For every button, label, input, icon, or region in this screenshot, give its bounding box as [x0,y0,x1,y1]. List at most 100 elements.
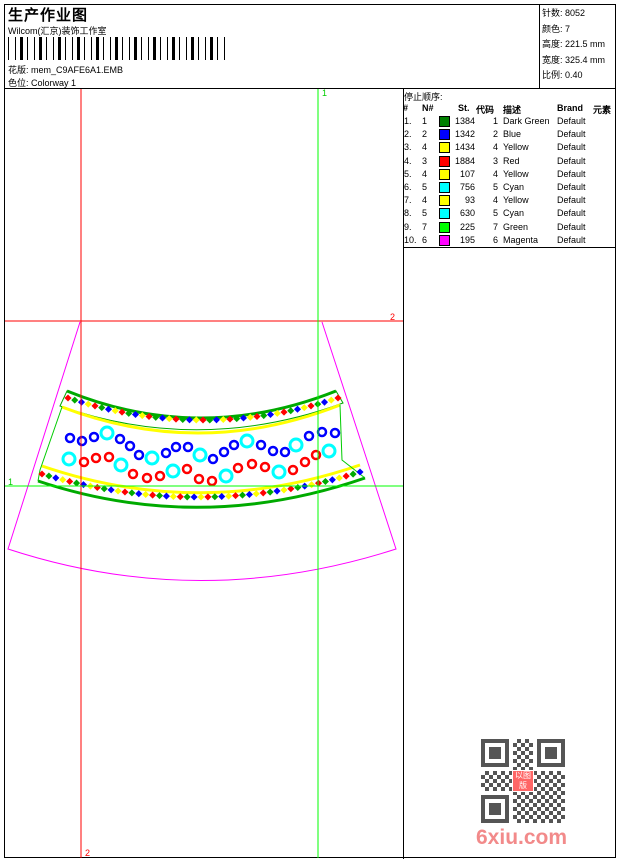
ring-motif [181,463,193,475]
ring-motif [255,439,267,451]
diamond-motif [204,493,212,501]
diamond-motif [307,402,315,410]
ring-motif [88,431,100,443]
ring-motif [287,464,299,476]
diamond-motif [128,489,136,497]
diamond-motif [334,394,342,402]
cyan-ring [271,464,287,480]
diamond-motif [59,476,67,484]
ring-motif [154,470,166,482]
ring-motif [90,452,102,464]
diamond-motif [328,476,336,484]
ring-motif [160,447,172,459]
ring-motif [299,456,311,468]
diamond-motif [356,468,364,476]
ring-motif [329,427,341,439]
ring-motif [170,441,182,453]
diamond-motif [308,481,316,489]
diamond-motif [320,398,329,406]
diamond-motif [321,477,329,486]
ring-motif [207,453,219,465]
diamond-motif [280,486,288,494]
diamond-motif [45,472,53,480]
diamond-motif [66,477,74,485]
ring-motif [141,472,153,484]
diamond-motif [300,404,308,412]
diamond-motif [327,396,335,404]
diamond-motif [121,488,129,496]
ring-motif [259,461,271,473]
diamond-motif [211,493,219,501]
ring-motif [316,426,328,438]
ring-motif [232,462,244,474]
diamond-motif [169,492,177,500]
cyan-ring [192,447,208,463]
ring-motif [193,473,205,485]
top-border [66,389,337,420]
diamond-motif [259,489,267,497]
diamond-motif [114,487,122,495]
diamond-motif [71,396,79,404]
diamond-motif [266,488,274,496]
cyan-ring [218,468,234,484]
design-preview: 1 2 1 2 [5,88,403,858]
diamond-motif [287,407,295,415]
ring-motif [76,435,88,447]
ring-motif [114,433,126,445]
seal-stamp: 以图版 [512,770,534,792]
cyan-ring [165,463,181,479]
diamond-motif [218,492,226,500]
cyan-ring [61,451,77,467]
cyan-ring [321,443,337,459]
diamond-motif [238,491,247,499]
diamond-motif [162,492,170,500]
ring-motif [124,440,136,452]
ring-motif [228,439,240,451]
cyan-ring [288,437,304,453]
diamond-motif [93,483,101,491]
diamond-motif [232,492,240,500]
diamond-motif [335,474,343,482]
diamond-motif [190,493,198,501]
diamond-motif [225,492,233,500]
diamond-motif [52,474,60,482]
diamond-motif [342,472,350,480]
cyan-ring [99,425,115,441]
diamond-motif [64,394,72,402]
cyan-ring [144,450,160,466]
diamond-motif [135,490,143,498]
watermark: 6xiu.com [476,826,568,849]
diamond-motif [176,493,184,501]
ring-motif [182,441,194,453]
hoop-outline [7,321,397,581]
guide-label: 1 [322,88,327,98]
diamond-motif [294,483,302,492]
diamond-motif [252,490,260,498]
diamond-motif [155,492,164,500]
cyan-ring [239,433,255,449]
ring-motif [103,451,115,463]
ring-motif [127,468,139,480]
ring-motif [310,449,322,461]
diamond-motif [149,491,157,499]
diamond-motif [107,486,115,494]
ring-motif [303,430,315,442]
diamond-motif [84,400,92,408]
diamond-motif [142,490,150,498]
diamond-motif [197,493,205,501]
ring-motif [206,475,218,487]
diamond-motif [349,470,357,478]
ring-motif [279,446,291,458]
ring-motif [218,446,230,458]
diamond-motif [183,493,191,501]
ring-motif [64,432,76,444]
cyan-ring [113,457,129,473]
ring-motif [133,449,145,461]
ring-motif [246,458,258,470]
diamond-motif [273,487,281,495]
diamond-motif [245,490,253,499]
guide-label: 1 [8,477,13,487]
guide-label: 2 [85,848,90,858]
ring-motif [267,445,279,457]
guide-label: 2 [390,312,395,322]
